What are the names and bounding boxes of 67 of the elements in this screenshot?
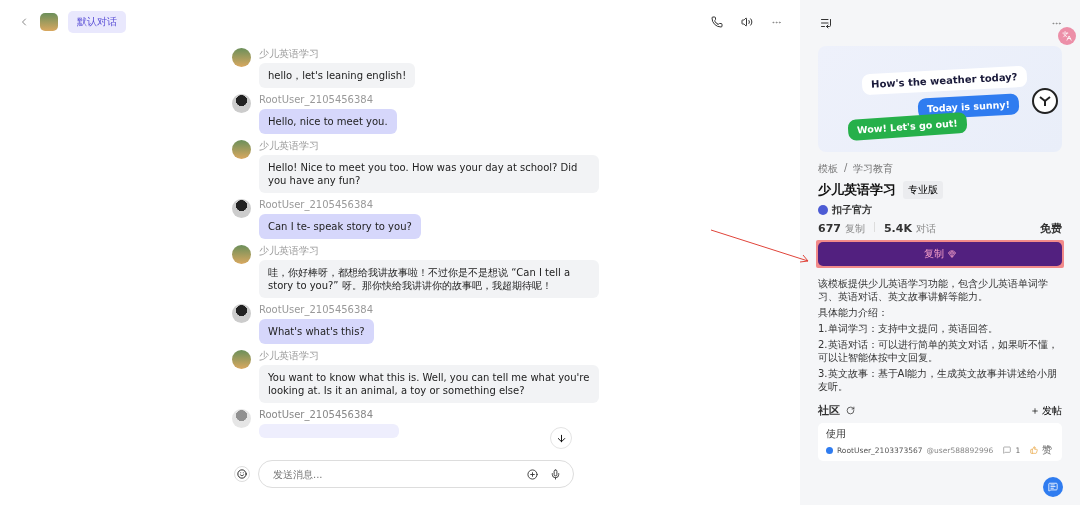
sender-name: 少儿英语学习: [259, 245, 320, 257]
speaker-icon[interactable]: [741, 16, 753, 28]
description-text: 2.英语对话：可以进行简单的英文对话，如果听不懂，可以让智能体按中文回复。: [818, 338, 1059, 364]
avatar: [232, 94, 251, 113]
add-icon[interactable]: [527, 468, 538, 480]
chat-count: 5.4K: [883, 222, 912, 235]
description-text: 该模板提供少儿英语学习功能，包含少儿英语单词学习、英语对话、英文故事讲解等能力。: [818, 277, 1049, 303]
avatar: [232, 409, 251, 428]
copy-button[interactable]: 复制: [818, 242, 1062, 266]
refresh-icon[interactable]: [846, 406, 855, 415]
sender-name: 少儿英语学习: [259, 48, 320, 60]
sender-name: RootUser_2105456384: [259, 304, 374, 316]
message-bubble: Hello, nice to meet you.: [259, 109, 397, 134]
microphone-icon[interactable]: [550, 468, 561, 480]
sender-name: RootUser_2105456384: [259, 409, 375, 421]
comment-icon: [1003, 446, 1012, 454]
copy-label: 复制: [844, 222, 865, 236]
message-bubble: You want to know what this is. Well, you can tell me what you're looking at. Is it an animal, a toy or something else?: [259, 365, 599, 403]
breadcrumb-item[interactable]: 模板: [818, 162, 838, 176]
avatar: [232, 304, 251, 323]
logo-icon: [1032, 88, 1058, 114]
message-bubble: hello，let's leaning english!: [259, 63, 416, 88]
community-title: 社区: [818, 403, 840, 418]
avatar: [232, 48, 251, 67]
avatar: [232, 350, 251, 369]
phone-icon[interactable]: [711, 16, 723, 28]
avatar: [232, 140, 251, 159]
bot-avatar: [40, 13, 58, 31]
breadcrumb-separator: /: [844, 162, 848, 175]
speech-bubble: How's the weather today?: [861, 65, 1027, 96]
post-title: 使用: [826, 427, 847, 441]
edition-badge: 专业版: [903, 181, 943, 199]
user-avatar: [826, 446, 833, 454]
author-avatar: [818, 205, 828, 215]
sender-name: RootUser_2105456384: [259, 199, 375, 211]
breadcrumb-item[interactable]: 学习教育: [853, 162, 894, 176]
author-name: 扣子官方: [832, 203, 872, 217]
scroll-down-button[interactable]: [550, 427, 572, 449]
feedback-button[interactable]: [1043, 477, 1063, 497]
list-icon[interactable]: [820, 17, 832, 29]
copy-count: 677: [818, 222, 841, 235]
bot-name: 少儿英语学习: [818, 181, 896, 199]
price: 免费: [1040, 221, 1062, 236]
message-text-input[interactable]: 发送消息...: [271, 467, 515, 481]
sender-name: 少儿英语学习: [259, 140, 320, 152]
description-text: 1.单词学习：支持中文提问，英语回答。: [818, 322, 999, 335]
like-label[interactable]: 赞: [1042, 443, 1053, 457]
chat-label: 对话: [916, 222, 936, 236]
avatar: [232, 245, 251, 264]
message-icon: [1048, 482, 1058, 492]
message-bubble: Can I te- speak story to you?: [259, 214, 421, 239]
arrow-down-icon: [555, 432, 567, 444]
message-bubble: 哇，你好棒呀，都想给我讲故事啦！不过你是不是想说 “Can I tell a story to you?” 呀。那你快给我讲讲你的故事吧，我超期待呢！: [259, 260, 599, 298]
emoji-button[interactable]: [234, 466, 250, 482]
sender-name: RootUser_2105456384: [259, 94, 375, 106]
message-bubble: What's what's this?: [259, 319, 374, 344]
gem-icon: [948, 250, 956, 258]
chat-title[interactable]: 默认对话: [68, 11, 126, 33]
message-bubble: Hello! Nice to meet you too. How was your day at school? Did you have any fun?: [259, 155, 599, 193]
sender-name: 少儿英语学习: [259, 350, 320, 362]
avatar: [232, 199, 251, 218]
thumbs-up-icon[interactable]: [1030, 446, 1039, 454]
description-text: 3.英文故事：基于AI能力，生成英文故事并讲述给小朋友听。: [818, 367, 1059, 393]
plus-icon: [1031, 406, 1039, 415]
description-text: 具体能力介绍：: [818, 306, 889, 319]
post-button[interactable]: 发帖: [1031, 403, 1062, 418]
speech-bubble: Today is sunny!: [917, 93, 1020, 120]
